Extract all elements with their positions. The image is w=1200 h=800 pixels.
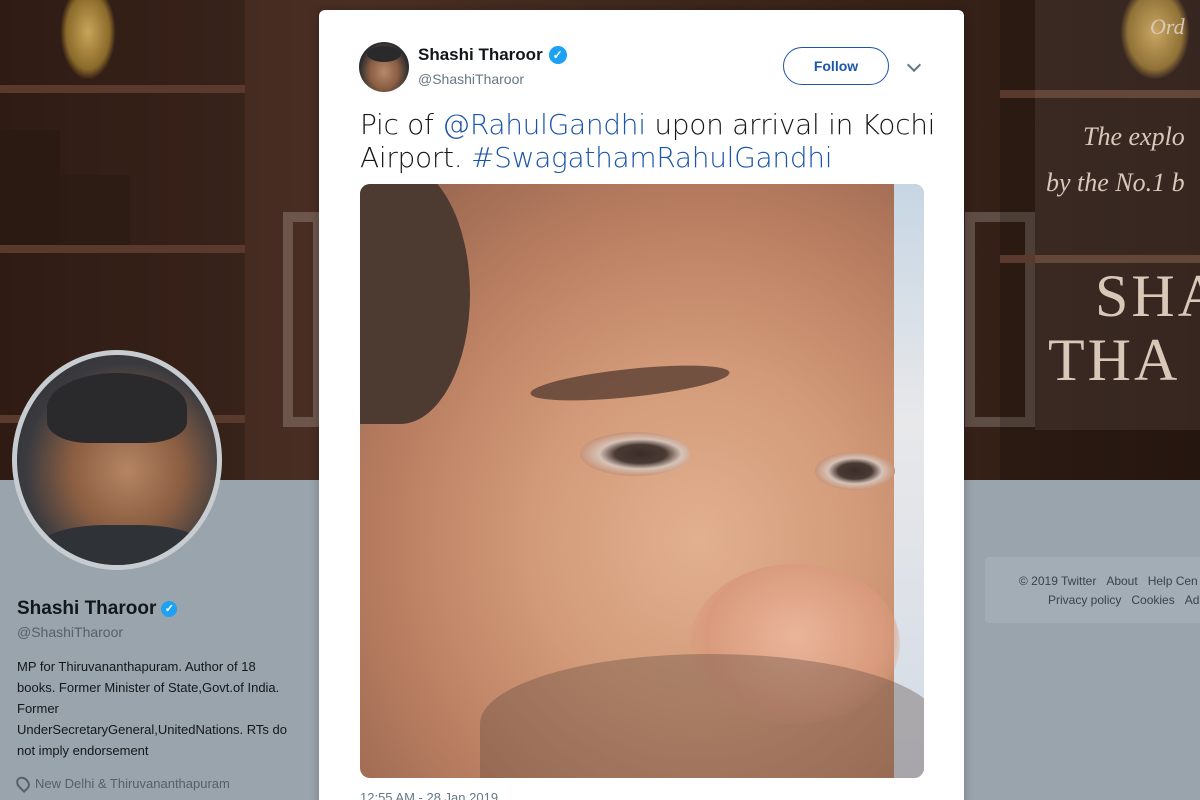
profile-name[interactable]: Shashi Tharoor ✓ <box>17 598 178 620</box>
profile-avatar[interactable] <box>12 350 222 570</box>
footer-cookies-link[interactable]: Cookies <box>1131 593 1174 607</box>
profile-bio: MP for Thiruvananthapuram. Author of 18 … <box>17 659 288 758</box>
tweet-timestamp[interactable]: 12:55 AM - 28 Jan 2019 <box>360 790 498 800</box>
hashtag-link[interactable]: #SwagathamRahulGandhi <box>471 141 833 174</box>
profile-location: New Delhi & Thiruvananthapuram <box>13 773 230 794</box>
tweet-author-handle[interactable]: @ShashiTharoor <box>418 71 524 87</box>
footer-links: © 2019 Twitter About Help Cen Privacy po… <box>985 557 1200 623</box>
footer-help-link[interactable]: Help Cen <box>1148 574 1198 588</box>
books <box>0 130 60 245</box>
footer-copyright: © 2019 Twitter <box>1019 574 1097 588</box>
verified-badge-icon: ✓ <box>548 46 567 64</box>
shelf <box>0 245 245 253</box>
cover-tagline-1: The explo <box>1083 122 1185 151</box>
footer-ads-link[interactable]: Ad <box>1185 593 1200 607</box>
cover-corner-text: Ord <box>1150 14 1185 39</box>
chevron-down-icon[interactable] <box>906 57 922 73</box>
footer-privacy-link[interactable]: Privacy policy <box>1048 593 1121 607</box>
books <box>60 175 130 245</box>
tweet-modal: Shashi Tharoor ✓ @ShashiTharoor Follow P… <box>319 10 964 800</box>
tweet-author-name[interactable]: Shashi Tharoor ✓ <box>418 45 567 65</box>
picture-frame <box>283 212 323 427</box>
cover-title-1: SHA <box>1095 263 1200 329</box>
location-pin-icon <box>13 773 33 794</box>
cover-tagline-2: by the No.1 b <box>1046 168 1185 197</box>
shelf <box>0 85 245 93</box>
follow-button[interactable]: Follow <box>783 47 889 85</box>
profile-handle[interactable]: @ShashiTharoor <box>17 624 123 640</box>
statue-icon <box>60 0 116 80</box>
verified-badge-icon: ✓ <box>161 601 178 617</box>
tweet-author-avatar[interactable] <box>359 42 409 92</box>
tweet-photo[interactable] <box>360 184 924 778</box>
tweet-text: Pic of @RahulGandhi upon arrival in Koch… <box>360 108 936 174</box>
mention-link[interactable]: @RahulGandhi <box>442 108 646 141</box>
footer-about-link[interactable]: About <box>1106 574 1137 588</box>
cover-title-2: THA <box>1048 327 1181 393</box>
